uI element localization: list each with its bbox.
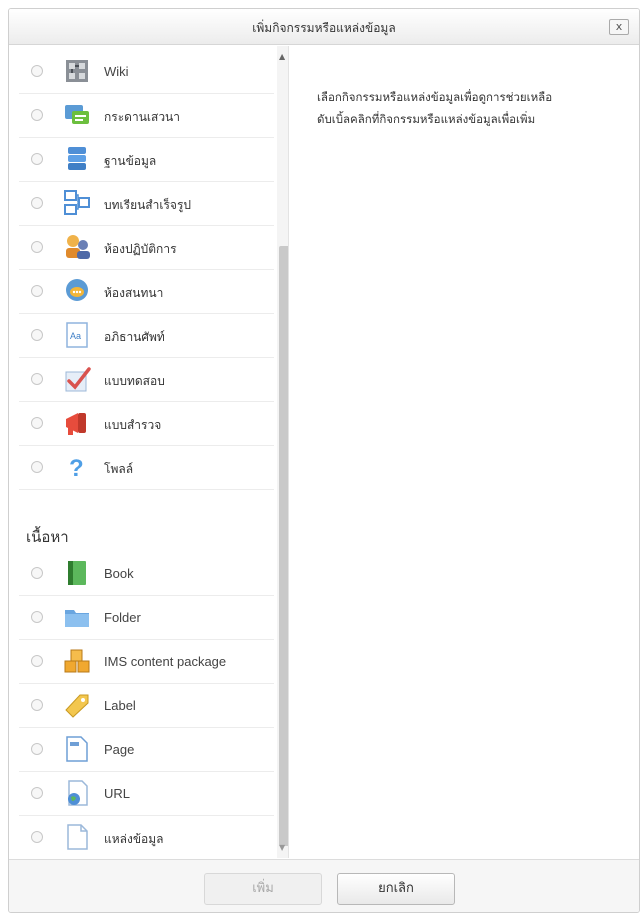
svg-text:?: ? <box>69 455 84 482</box>
url-icon <box>68 780 88 806</box>
scroll-up-icon[interactable]: ▲ <box>279 52 285 61</box>
radio-button[interactable] <box>31 197 43 209</box>
page-icon <box>66 736 88 762</box>
list-item[interactable]: กระดานเสวนา <box>19 94 274 138</box>
radio-button[interactable] <box>31 743 43 755</box>
quiz-icon <box>65 367 91 392</box>
list-item-label: แหล่งข้อมูล <box>104 832 164 846</box>
list-item-label: ห้องสนทนา <box>104 286 164 300</box>
folder-icon <box>65 610 89 627</box>
list-item-label: ฐานข้อมูล <box>104 154 157 168</box>
forum-icon <box>65 105 89 124</box>
list-item[interactable]: Book <box>19 552 274 596</box>
add-activity-dialog: เพิ่มกิจกรรมหรือแหล่งข้อมูล x Wiki กระดา… <box>8 8 640 913</box>
radio-button[interactable] <box>31 567 43 579</box>
radio-button[interactable] <box>31 655 43 667</box>
scroll-down-icon[interactable]: ▼ <box>279 843 285 852</box>
radio-button[interactable] <box>31 611 43 623</box>
list-item[interactable]: บทเรียนสำเร็จรูป <box>19 182 274 226</box>
radio-button[interactable] <box>31 831 43 843</box>
radio-button[interactable] <box>31 109 43 121</box>
help-panel: เลือกกิจกรรมหรือแหล่งข้อมูลเพื่อดูการช่ว… <box>317 86 627 130</box>
list-item[interactable]: ฐานข้อมูล <box>19 138 274 182</box>
wiki-icon <box>66 60 88 82</box>
list-item-label: ห้องปฏิบัติการ <box>104 242 177 256</box>
list-item[interactable]: แหล่งข้อมูล <box>19 816 274 858</box>
list-item-label: อภิธานศัพท์ <box>104 330 165 344</box>
radio-button[interactable] <box>31 417 43 429</box>
list-item[interactable]: Aa อภิธานศัพท์ <box>19 314 274 358</box>
close-button[interactable]: x <box>609 19 629 35</box>
survey-icon <box>66 413 86 435</box>
radio-button[interactable] <box>31 329 43 341</box>
help-text-line1: เลือกกิจกรรมหรือแหล่งข้อมูลเพื่อดูการช่ว… <box>317 90 553 104</box>
module-chooser-list[interactable]: Wiki กระดานเสวนา ฐานข้อมูล บทเรียนสำเร็จ… <box>9 46 289 858</box>
chat-icon <box>66 279 88 301</box>
section-heading-resources: เนื้อหา <box>26 528 69 546</box>
radio-button[interactable] <box>31 699 43 711</box>
radio-button[interactable] <box>31 461 43 473</box>
dialog-titlebar: เพิ่มกิจกรรมหรือแหล่งข้อมูล x <box>9 9 639 45</box>
list-item-label: Book <box>104 566 134 581</box>
list-item-label: URL <box>104 786 131 801</box>
workshop-icon <box>66 235 90 259</box>
list-item-label: โพลล์ <box>104 462 134 476</box>
scrollbar-thumb[interactable] <box>279 246 288 846</box>
list-item[interactable]: ห้องปฏิบัติการ <box>19 226 274 270</box>
list-item-label: IMS content package <box>104 654 227 669</box>
radio-button[interactable] <box>31 787 43 799</box>
list-item[interactable]: ? โพลล์ <box>19 446 274 490</box>
list-item-label: Folder <box>104 610 141 625</box>
list-item[interactable]: IMS content package <box>19 640 274 684</box>
svg-text:Aa: Aa <box>70 331 81 341</box>
glossary-icon: Aa <box>66 322 88 348</box>
lesson-icon <box>64 190 90 215</box>
radio-button[interactable] <box>31 153 43 165</box>
list-item[interactable]: ห้องสนทนา <box>19 270 274 314</box>
ims-package-icon <box>64 649 90 673</box>
database-icon <box>68 147 86 170</box>
choice-icon: ? <box>69 455 84 482</box>
radio-button[interactable] <box>31 65 43 77</box>
dialog-footer: เพิ่ม ยกเลิก <box>9 859 639 912</box>
label-icon <box>65 694 89 718</box>
book-icon <box>68 561 86 585</box>
help-text-line2: ดับเบิ้ลคลิกที่กิจกรรมหรือแหล่งข้อมูลเพื… <box>317 112 536 126</box>
list-item[interactable]: Label <box>19 684 274 728</box>
cancel-button[interactable]: ยกเลิก <box>337 873 455 905</box>
dialog-title: เพิ่มกิจกรรมหรือแหล่งข้อมูล <box>252 21 396 35</box>
list-item-label: แบบสำรวจ <box>104 418 162 432</box>
list-item[interactable]: Folder <box>19 596 274 640</box>
list-item-label: Label <box>104 698 136 713</box>
add-button[interactable]: เพิ่ม <box>204 873 322 905</box>
radio-button[interactable] <box>31 241 43 253</box>
radio-button[interactable] <box>31 373 43 385</box>
list-item-label: กระดานเสวนา <box>104 110 180 124</box>
list-item[interactable]: Wiki <box>19 50 274 94</box>
list-item-label: Page <box>104 742 135 757</box>
list-item-label: บทเรียนสำเร็จรูป <box>104 198 192 212</box>
list-item-label: Wiki <box>104 64 129 79</box>
list-item[interactable]: URL <box>19 772 274 816</box>
list-item[interactable]: แบบทดสอบ <box>19 358 274 402</box>
file-icon <box>67 824 88 850</box>
list-item-label: แบบทดสอบ <box>104 374 165 388</box>
list-item[interactable]: แบบสำรวจ <box>19 402 274 446</box>
list-item[interactable]: Page <box>19 728 274 772</box>
radio-button[interactable] <box>31 285 43 297</box>
